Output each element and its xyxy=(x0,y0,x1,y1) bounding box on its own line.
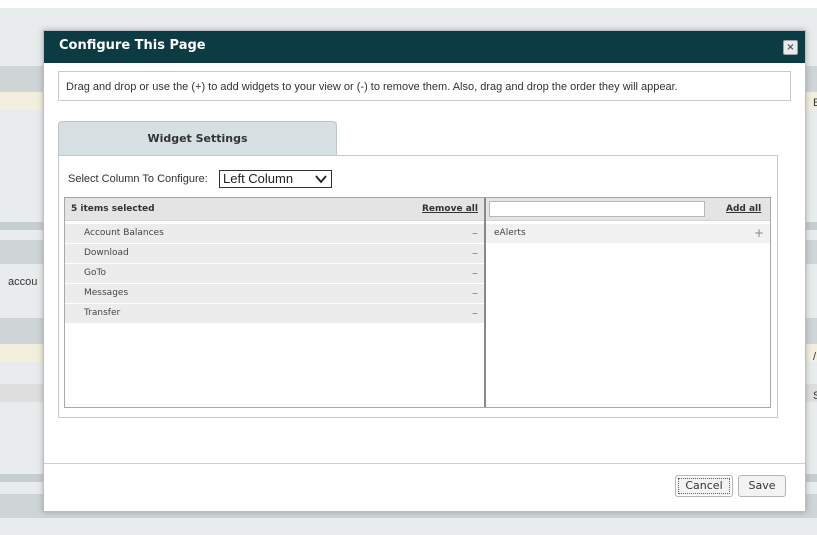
list-item[interactable]: Download – xyxy=(65,244,484,264)
item-label: Transfer xyxy=(84,308,121,318)
bg-edge-char: S xyxy=(813,390,817,402)
bg-account-text: accou xyxy=(8,276,38,288)
remove-all-link[interactable]: Remove all xyxy=(422,204,478,214)
tab-label: Widget Settings xyxy=(147,132,248,145)
remove-icon[interactable]: – xyxy=(472,226,478,240)
widget-settings-panel: Select Column To Configure: Left Column … xyxy=(58,155,778,418)
selected-count: 5 items selected xyxy=(71,204,155,214)
cancel-button[interactable]: Cancel xyxy=(675,475,733,497)
remove-icon[interactable]: – xyxy=(472,266,478,280)
add-all-link[interactable]: Add all xyxy=(726,204,761,214)
available-widgets-list: Add all eAlerts + xyxy=(484,198,770,407)
configure-page-dialog: Configure This Page × Drag and drop or u… xyxy=(43,30,806,512)
tab-widget-settings[interactable]: Widget Settings xyxy=(58,121,337,156)
available-list-header: Add all xyxy=(486,198,770,221)
available-items: eAlerts + xyxy=(486,224,770,244)
selected-widgets-list: 5 items selected Remove all Account Bala… xyxy=(65,198,484,407)
column-select[interactable]: Left Column xyxy=(219,170,332,188)
widget-multiselect: 5 items selected Remove all Account Bala… xyxy=(64,197,771,408)
remove-icon[interactable]: – xyxy=(472,286,478,300)
bg-page-header xyxy=(0,0,817,8)
instructions-text: Drag and drop or use the (+) to add widg… xyxy=(66,81,678,93)
list-item[interactable]: Messages – xyxy=(65,284,484,304)
item-label: eAlerts xyxy=(494,228,526,238)
remove-icon[interactable]: – xyxy=(472,306,478,320)
selected-items: Account Balances – Download – GoTo – Mes… xyxy=(65,224,484,324)
item-label: Account Balances xyxy=(84,228,164,238)
list-item[interactable]: GoTo – xyxy=(65,264,484,284)
add-icon[interactable]: + xyxy=(754,226,764,240)
list-item[interactable]: eAlerts + xyxy=(486,224,770,244)
item-label: Download xyxy=(84,248,129,258)
list-item[interactable]: Transfer – xyxy=(65,304,484,324)
footer-divider xyxy=(44,463,805,464)
selected-list-header: 5 items selected Remove all xyxy=(65,198,484,221)
chevron-down-icon xyxy=(315,175,327,184)
close-icon[interactable]: × xyxy=(783,40,798,55)
item-label: GoTo xyxy=(84,268,106,278)
list-item[interactable]: Account Balances – xyxy=(65,224,484,244)
dialog-title: Configure This Page xyxy=(59,38,206,53)
item-label: Messages xyxy=(84,288,129,298)
bg-edge-char: E xyxy=(813,97,817,109)
save-button[interactable]: Save xyxy=(738,475,786,497)
dialog-header: Configure This Page × xyxy=(44,31,805,63)
column-select-label: Select Column To Configure: xyxy=(68,173,208,185)
bg-edge-char: / xyxy=(813,351,817,363)
remove-icon[interactable]: – xyxy=(472,246,478,260)
column-select-value: Left Column xyxy=(223,171,294,186)
instructions-box: Drag and drop or use the (+) to add widg… xyxy=(58,71,791,101)
widget-search-input[interactable] xyxy=(489,201,705,217)
